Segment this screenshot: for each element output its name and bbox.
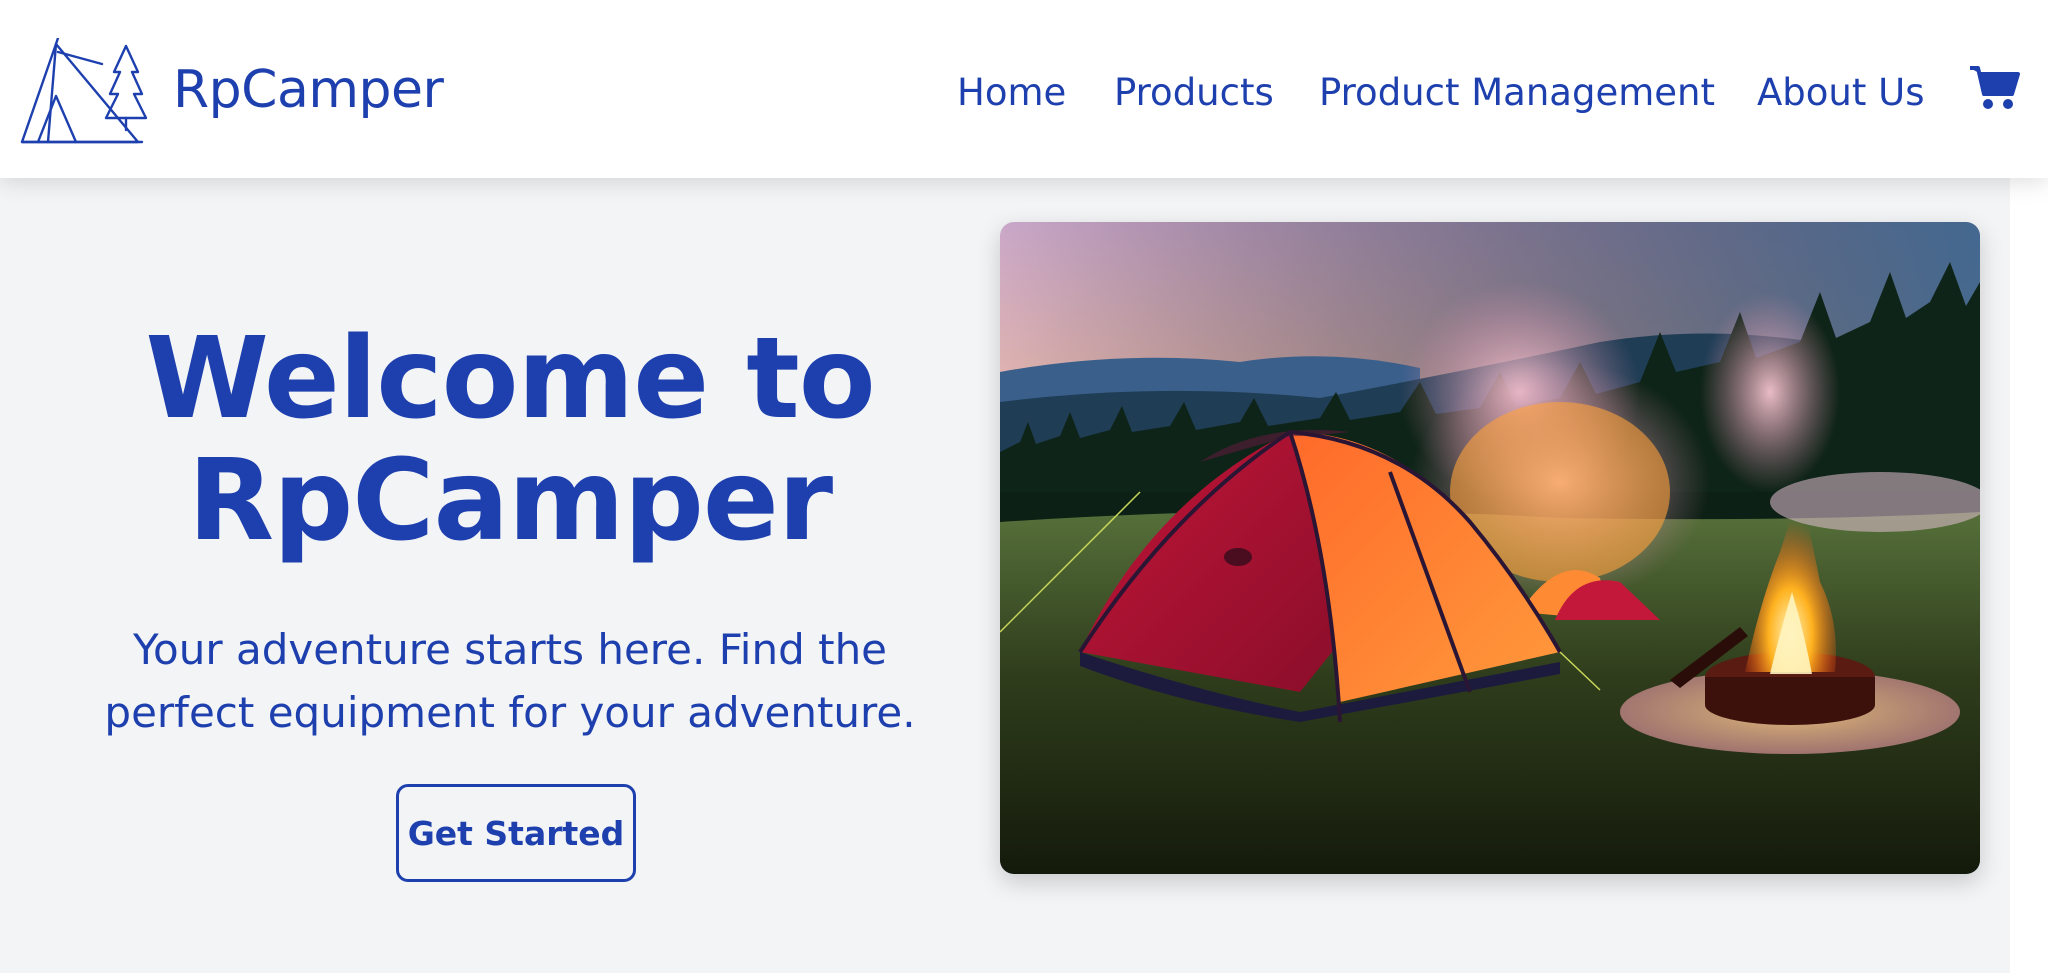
tent-logo-icon bbox=[20, 38, 148, 144]
shopping-cart-icon[interactable] bbox=[1968, 64, 2020, 112]
nav-product-management-link[interactable]: Product Management bbox=[1319, 70, 1715, 116]
nav-about-us-link[interactable]: About Us bbox=[1757, 70, 1925, 116]
nav-products-link[interactable]: Products bbox=[1114, 70, 1274, 116]
site-header: RpCamper Home Products Product Managemen… bbox=[0, 0, 2048, 178]
hero-camping-image bbox=[1000, 222, 1980, 874]
brand-name: RpCamper bbox=[173, 60, 444, 120]
brand-logo[interactable]: RpCamper bbox=[18, 38, 444, 148]
hero-subtitle: Your adventure starts here. Find the per… bbox=[104, 625, 916, 737]
nav-home-link[interactable]: Home bbox=[957, 70, 1066, 116]
hero-title: Welcome to RpCamper bbox=[145, 314, 875, 566]
page-scroll-gutter bbox=[2010, 178, 2048, 973]
get-started-button[interactable]: Get Started bbox=[396, 784, 636, 882]
